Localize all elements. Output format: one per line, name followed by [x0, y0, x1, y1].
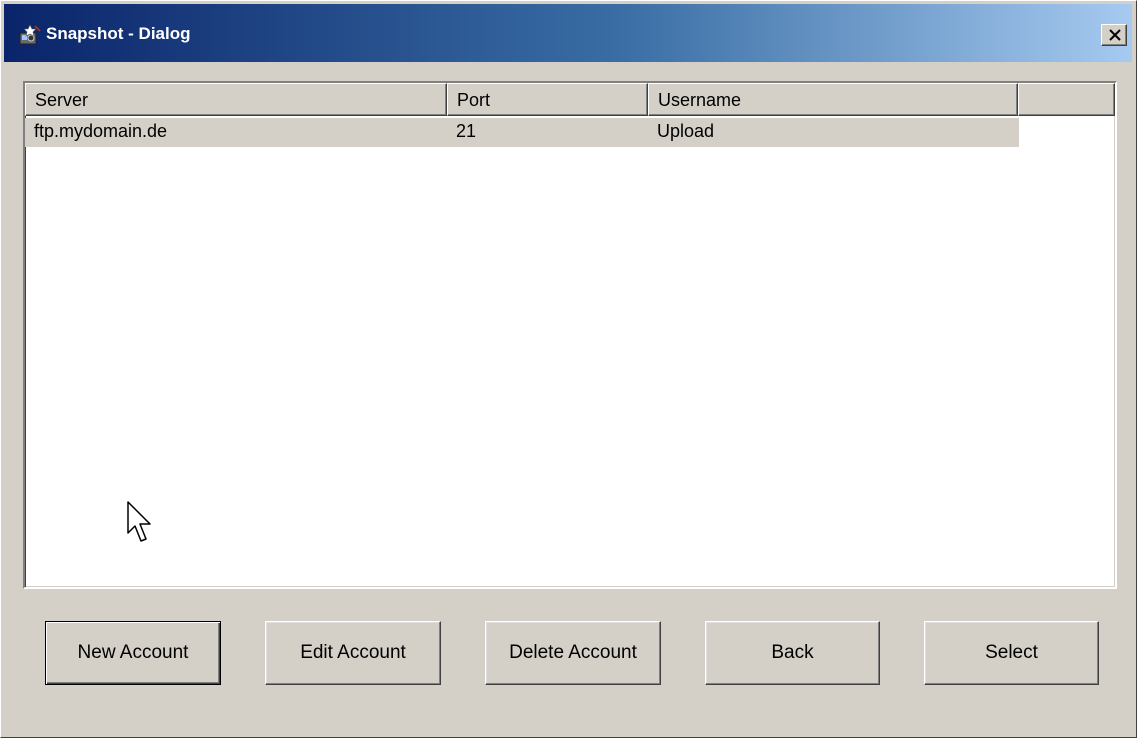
window-title: Snapshot - Dialog — [46, 24, 191, 43]
column-header-filler — [1018, 83, 1115, 116]
column-header-server[interactable]: Server — [25, 83, 447, 116]
new-account-button[interactable]: New Account — [45, 621, 221, 685]
column-header-username[interactable]: Username — [648, 83, 1018, 116]
cell-server: ftp.mydomain.de — [34, 121, 168, 141]
select-button[interactable]: Select — [924, 621, 1099, 685]
close-icon — [1109, 29, 1121, 41]
dialog-window: Snapshot - Dialog Server Port Username f… — [0, 0, 1137, 738]
mouse-pointer-icon — [127, 501, 151, 542]
accounts-list[interactable]: Server Port Username ftp.mydomain.de 21 … — [23, 81, 1117, 589]
close-button[interactable] — [1101, 24, 1127, 46]
cell-port: 21 — [456, 121, 477, 141]
list-header: Server Port Username — [25, 83, 1115, 116]
back-button[interactable]: Back — [705, 621, 880, 685]
table-row[interactable]: ftp.mydomain.de 21 Upload — [25, 118, 1019, 147]
snapshot-app-icon — [18, 23, 42, 47]
title-bar[interactable]: Snapshot - Dialog — [4, 4, 1132, 62]
column-header-port[interactable]: Port — [447, 83, 648, 116]
cell-username: Upload — [657, 121, 715, 141]
edit-account-button[interactable]: Edit Account — [265, 621, 441, 685]
delete-account-button[interactable]: Delete Account — [485, 621, 661, 685]
